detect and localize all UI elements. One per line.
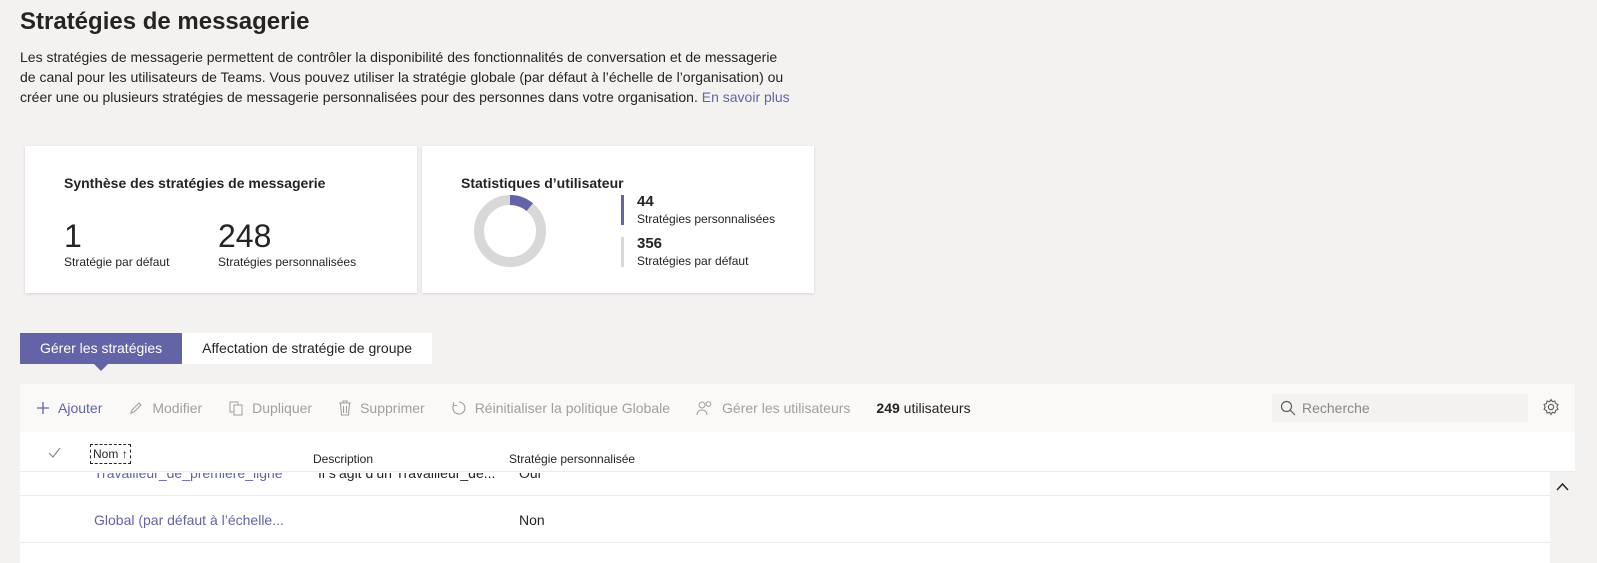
people-icon [696,400,714,416]
chevron-up-icon[interactable] [1556,478,1569,496]
policy-description: Il s’agit d’un Travailleur_de... [318,473,496,481]
add-button[interactable]: Ajouter [36,400,102,416]
table-row[interactable]: Travailleur_de_première_ligne Il s’agit … [20,473,1550,496]
column-name-label: Nom [93,447,119,461]
copy-icon [228,400,244,416]
legend-custom-count: 44 [637,193,654,210]
tab-manage-policies[interactable]: Gérer les stratégies [20,333,183,371]
policy-name-link[interactable]: Global (par défaut à l’échelle... [94,512,284,528]
tab-group-policy-assignment[interactable]: Affectation de stratégie de groupe [182,333,433,364]
pencil-icon [128,400,144,416]
policy-tabs: Gérer les stratégies Affectation de stra… [20,333,433,371]
custom-policy-count: 248 [218,218,272,254]
toolbar: Ajouter Modifier Dupliquer Supprimer Réi… [20,384,1575,432]
summary-card: Synthèse des stratégies de messagerie 1 … [25,146,417,293]
table-row[interactable]: Global (par défaut à l’échelle... Non [20,496,1550,543]
duplicate-button[interactable]: Dupliquer [228,400,312,416]
search-placeholder: Recherche [1302,400,1370,416]
donut-default-ring [474,195,546,267]
column-header-custom[interactable]: Stratégie personnalisée [509,452,635,466]
policies-panel: Ajouter Modifier Dupliquer Supprimer Réi… [20,384,1575,563]
intro-text: Les stratégies de messagerie permettent … [20,49,784,105]
custom-policy-label: Stratégies personnalisées [218,255,357,269]
default-policy-label: Stratégie par défaut [64,255,170,269]
legend-custom-bar [621,195,624,225]
reset-icon [451,400,467,416]
table-header: Nom ↑ Description Stratégie personnalisé… [20,432,1575,472]
legend-custom-label: Stratégies personnalisées [637,212,776,226]
policy-custom-value: Oui [519,473,541,481]
user-stats-title: Statistiques d’utilisateur [461,175,624,191]
learn-more-link[interactable]: En savoir plus [702,89,790,105]
legend-default-label: Stratégies par défaut [637,254,749,268]
policy-custom-value: Non [519,512,545,528]
edit-button[interactable]: Modifier [128,400,202,416]
delete-label: Supprimer [360,400,425,416]
trash-icon [338,400,352,416]
delete-button[interactable]: Supprimer [338,400,425,416]
user-stats-card: Statistiques d’utilisateur 44 Stratégies… [422,146,814,293]
legend-default-count: 356 [637,235,663,252]
manage-users-button[interactable]: Gérer les utilisateurs [696,400,850,416]
sort-up-arrow-icon: ↑ [121,447,128,461]
summary-title: Synthèse des stratégies de messagerie [64,175,326,191]
users-count-number: 249 [876,400,900,416]
page-intro: Les stratégies de messagerie permettent … [20,47,790,107]
page-title: Stratégies de messagerie [20,8,310,35]
default-policy-count: 1 [64,218,82,254]
duplicate-label: Dupliquer [252,400,313,416]
edit-label: Modifier [152,400,203,416]
reset-global-button[interactable]: Réinitialiser la politique Globale [451,400,670,416]
gear-icon[interactable] [1542,398,1560,419]
column-header-description[interactable]: Description [313,452,373,466]
legend-default-bar [621,237,624,267]
add-label: Ajouter [58,400,103,416]
search-icon [1280,400,1296,416]
manage-users-label: Gérer les utilisateurs [722,400,851,416]
user-stats-donut [474,195,546,267]
users-count: 249 utilisateurs [876,400,970,416]
policy-name-link[interactable]: Travailleur_de_première_ligne [94,473,283,481]
select-all-checkmark-icon[interactable] [48,447,61,461]
column-header-name[interactable]: Nom ↑ [90,444,131,464]
plus-icon [36,401,50,415]
reset-global-label: Réinitialiser la politique Globale [474,400,671,416]
scrollbar[interactable] [1550,472,1575,563]
users-count-label: utilisateurs [903,400,971,416]
search-box[interactable]: Recherche [1272,394,1528,422]
